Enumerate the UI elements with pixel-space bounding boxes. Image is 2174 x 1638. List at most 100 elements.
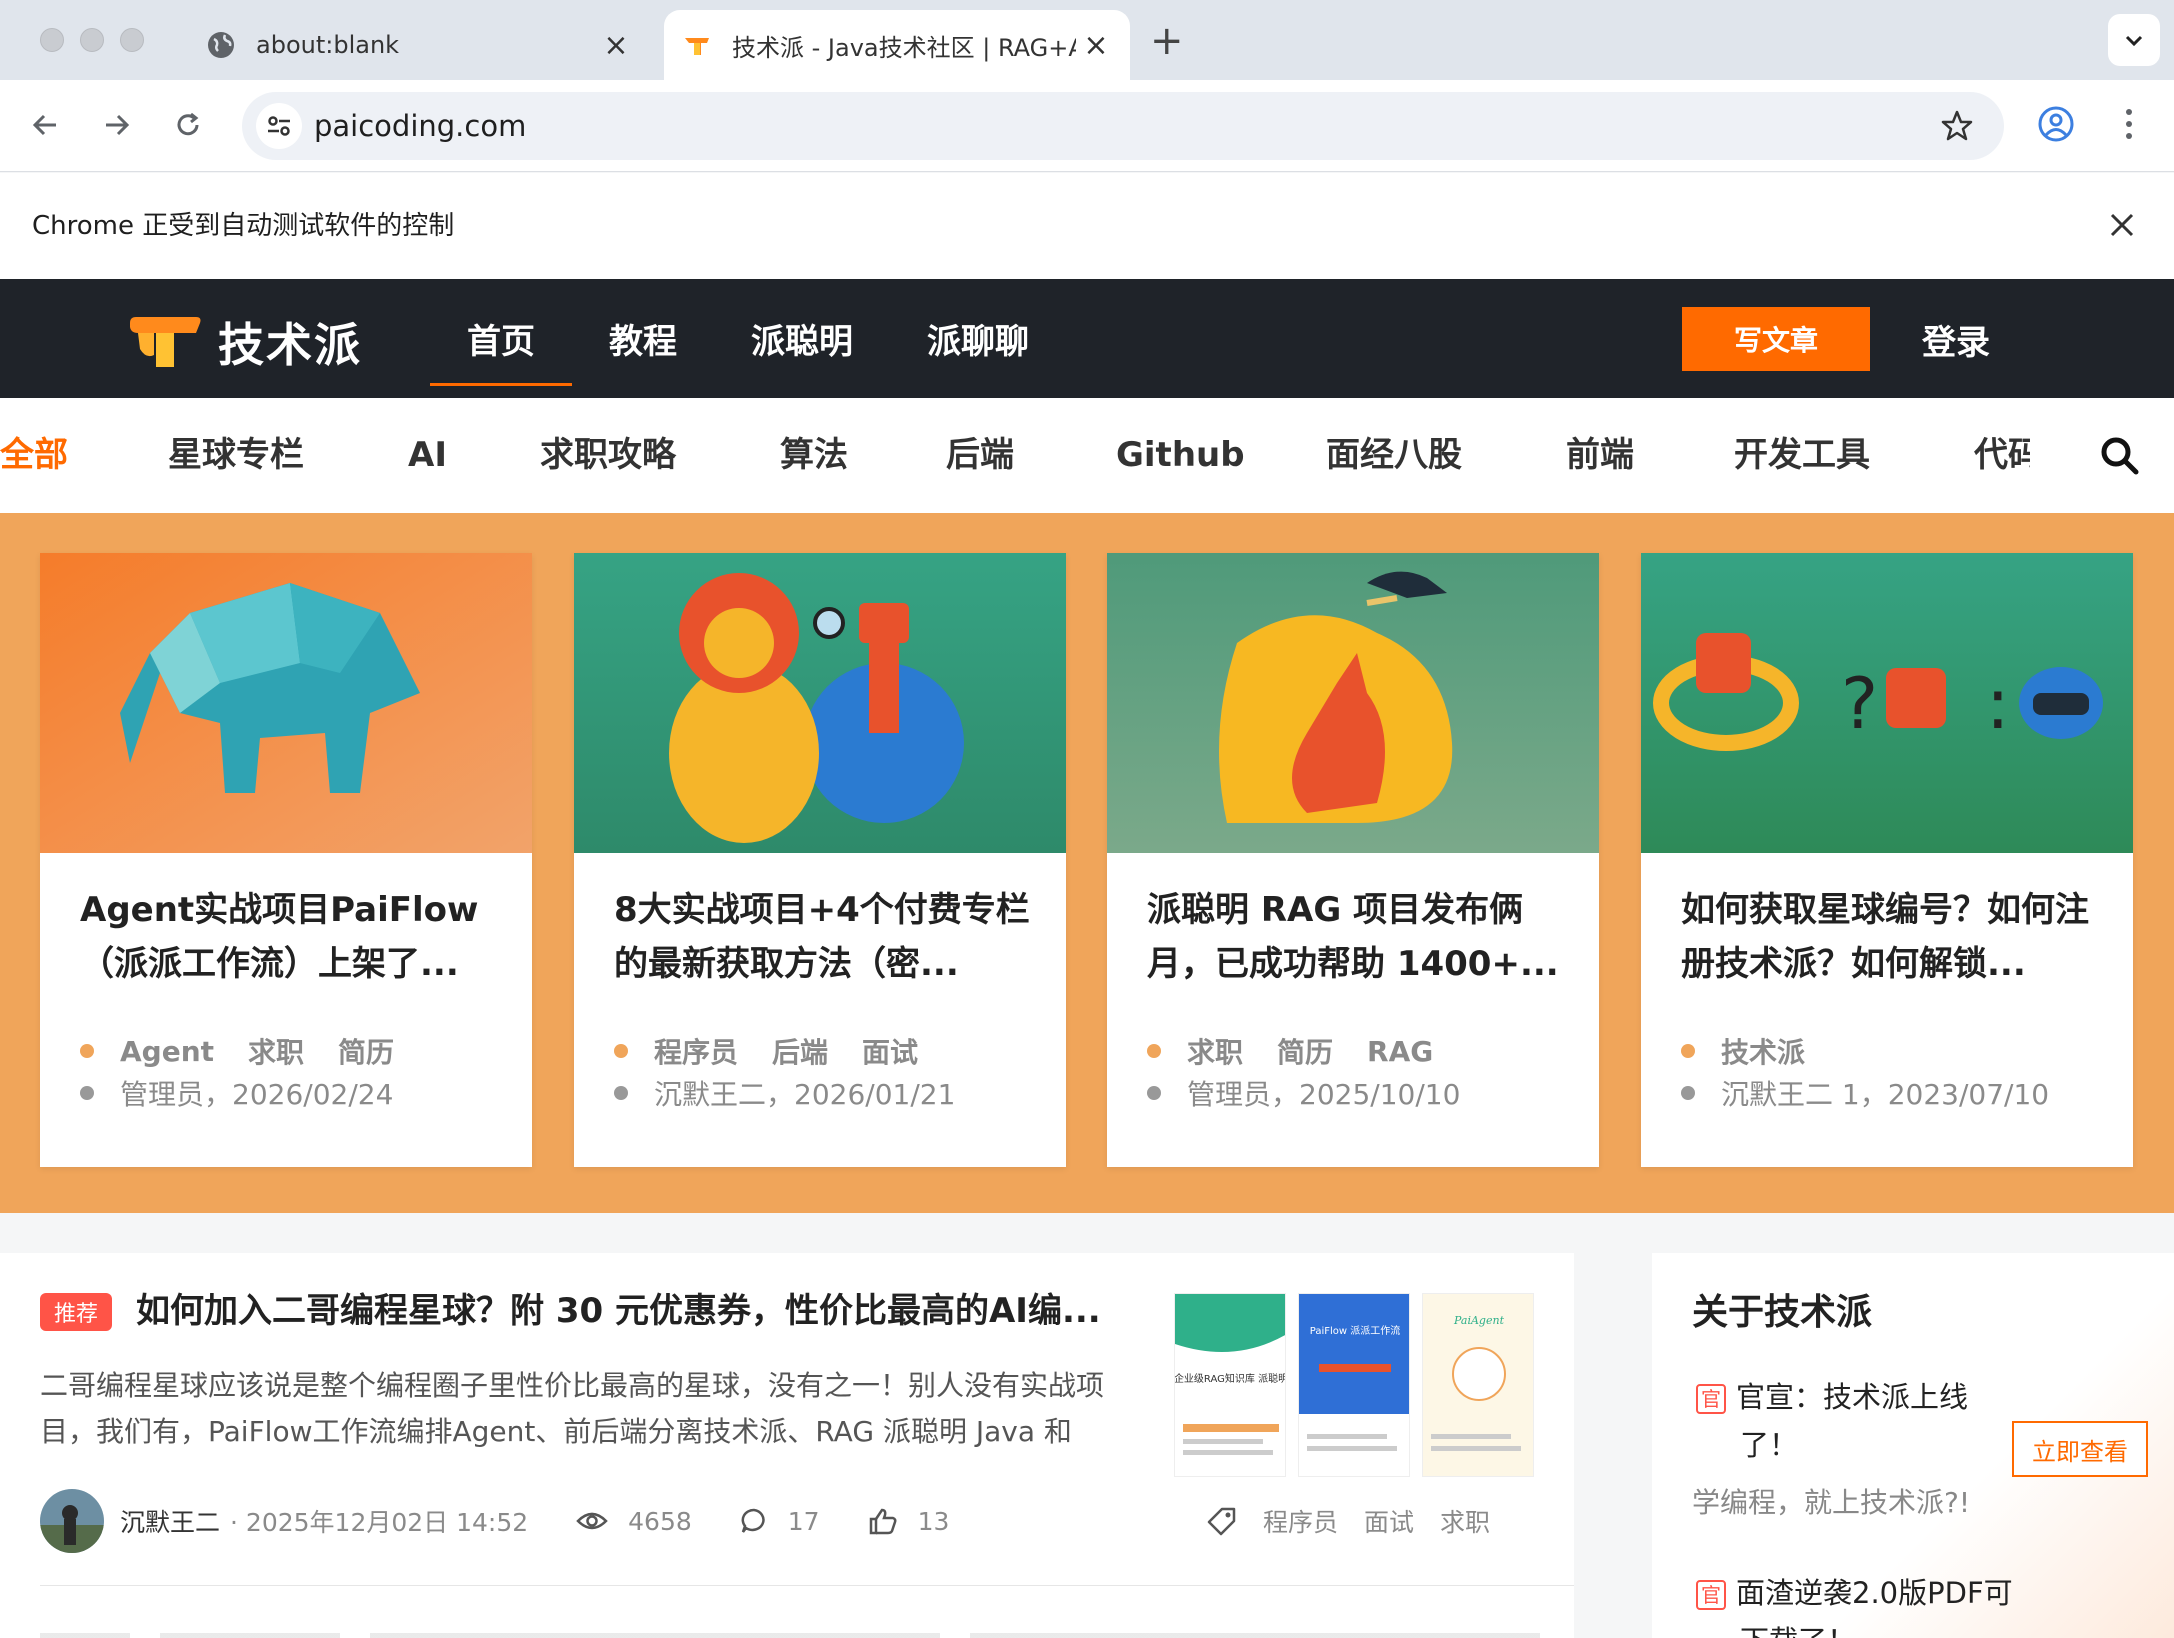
thumbnail-label: PaiAgent: [1453, 1314, 1505, 1327]
article-tag[interactable]: 求职: [1440, 1503, 1490, 1539]
card-tag[interactable]: 程序员: [654, 1031, 738, 1071]
thumbnail-label: PaiFlow 派派工作流: [1310, 1324, 1401, 1337]
browser-toolbar: paicoding.com: [0, 80, 2174, 172]
category-list: 全部 星球专栏 AI 求职攻略 算法 后端 Github 面经八股 前端 开发工…: [0, 398, 2030, 513]
card-author-date: 管理员，2025/10/10: [1187, 1078, 1461, 1111]
author-avatar[interactable]: [40, 1489, 104, 1553]
category-job-guide[interactable]: 求职攻略: [540, 398, 676, 513]
tab-close-icon[interactable]: ×: [596, 28, 636, 63]
article-thumbnail[interactable]: PaiFlow 派派工作流: [1298, 1293, 1410, 1477]
official-badge: 官: [1696, 1384, 1726, 1414]
nav-home[interactable]: 首页: [430, 279, 572, 398]
notice-item[interactable]: 官面渣逆袭2.0版PDF可 下载了！: [1696, 1569, 2013, 1638]
sidebar-title: 关于技术派: [1692, 1292, 1873, 1333]
search-icon[interactable]: [2098, 434, 2140, 480]
card-tag[interactable]: 求职: [248, 1031, 304, 1071]
card-tag[interactable]: 求职: [1187, 1031, 1243, 1071]
article-thumbnail[interactable]: 企业级RAG知识库 派聪明: [1174, 1293, 1286, 1477]
window-zoom-button[interactable]: [120, 28, 144, 52]
article-title[interactable]: 如何加入二哥编程星球？附 30 元优惠券，性价比最高的AI编...: [136, 1283, 1126, 1332]
article-tag[interactable]: 程序员: [1263, 1503, 1338, 1539]
forward-arrow-icon[interactable]: [92, 100, 142, 150]
article-list: 推荐 如何加入二哥编程星球？附 30 元优惠券，性价比最高的AI编... 二哥编…: [0, 1253, 1574, 1638]
card-tag[interactable]: Agent: [120, 1035, 214, 1068]
login-link[interactable]: 登录: [1922, 315, 1990, 364]
category-planet-column[interactable]: 星球专栏: [168, 398, 304, 513]
featured-card[interactable]: ? : 如何获取星球编号？如何注册技术派？如何解锁... 技术派 沉默王二 1，…: [1641, 553, 2133, 1167]
category-bar: 全部 星球专栏 AI 求职攻略 算法 后端 Github 面经八股 前端 开发工…: [0, 398, 2174, 513]
like-count[interactable]: 13: [868, 1507, 949, 1536]
comment-count[interactable]: 17: [740, 1507, 820, 1536]
category-github[interactable]: Github: [1116, 398, 1245, 513]
write-article-button[interactable]: 写文章: [1682, 307, 1870, 371]
category-backend[interactable]: 后端: [946, 398, 1014, 513]
nav-pailiaoliao[interactable]: 派聊聊: [890, 279, 1066, 398]
publish-time: · 2025年12月02日 14:52: [230, 1508, 529, 1537]
category-ai[interactable]: AI: [408, 398, 447, 513]
nav-paicongming[interactable]: 派聪明: [714, 279, 890, 398]
card-tag[interactable]: 面试: [862, 1031, 918, 1071]
about-sidebar: 关于技术派 官官宣：技术派上线 了！ 立即查看 学编程，就上技术派?! 官面渣逆…: [1652, 1253, 2174, 1638]
new-tab-plus-icon[interactable]: +: [1150, 18, 1184, 64]
card-title: 派聪明 RAG 项目发布俩月，已成功帮助 1400+...: [1147, 890, 1559, 984]
card-title: 8大实战项目+4个付费专栏的最新获取方法（密...: [614, 890, 1030, 984]
sidebar-slogan: 学编程，就上技术派?!: [1692, 1486, 1971, 1519]
list-divider: [40, 1585, 1574, 1586]
category-interview[interactable]: 面经八股: [1326, 398, 1462, 513]
author-name[interactable]: 沉默王二: [120, 1503, 220, 1539]
tab-search-chevron-down-icon[interactable]: [2108, 14, 2160, 66]
card-tag[interactable]: 技术派: [1721, 1031, 1805, 1071]
card-cover-fox-crow: [1107, 553, 1599, 853]
card-tag[interactable]: RAG: [1367, 1035, 1433, 1068]
featured-card[interactable]: 派聪明 RAG 项目发布俩月，已成功帮助 1400+... 求职 简历 RAG …: [1107, 553, 1599, 1167]
url-text: paicoding.com: [314, 109, 527, 143]
category-dev-tools[interactable]: 开发工具: [1734, 398, 1870, 513]
nav-tutorials[interactable]: 教程: [572, 279, 714, 398]
main-nav: 首页 教程 派聪明 派聊聊: [430, 279, 1066, 398]
view-count: 4658: [576, 1507, 692, 1536]
site-settings-icon[interactable]: [256, 103, 302, 149]
window-close-button[interactable]: [40, 28, 64, 52]
article-tag[interactable]: 面试: [1364, 1503, 1414, 1539]
comment-icon: [741, 1508, 765, 1533]
tab-paicoding[interactable]: 技术派 - Java技术社区 | RAG+AI ×: [664, 10, 1130, 80]
notice-item[interactable]: 官官宣：技术派上线 了！: [1696, 1373, 1968, 1469]
notice-text: 官宣：技术派上线: [1736, 1380, 1969, 1414]
view-count-value: 4658: [628, 1506, 692, 1536]
browser-tab-bar: about:blank × 技术派 - Java技术社区 | RAG+AI × …: [0, 0, 2174, 80]
window-minimize-button[interactable]: [80, 28, 104, 52]
card-tag[interactable]: 后端: [772, 1031, 828, 1071]
tag-icon: [1207, 1507, 1236, 1536]
view-now-button[interactable]: 立即查看: [2012, 1421, 2148, 1477]
comment-count-value: 17: [787, 1506, 820, 1536]
tab-title: about:blank: [256, 31, 400, 59]
address-bar[interactable]: paicoding.com: [242, 92, 2004, 160]
infobar-close-icon[interactable]: [2104, 207, 2140, 247]
browser-menu-kebab-icon[interactable]: [2114, 102, 2144, 150]
reload-icon[interactable]: [163, 100, 213, 150]
tab-about-blank[interactable]: about:blank ×: [190, 10, 650, 80]
card-tag[interactable]: 简历: [338, 1031, 394, 1071]
card-tag[interactable]: 简历: [1277, 1031, 1333, 1071]
category-frontend[interactable]: 前端: [1566, 398, 1634, 513]
back-arrow-icon[interactable]: [20, 100, 70, 150]
tab-close-icon[interactable]: ×: [1076, 28, 1116, 63]
profile-avatar-icon[interactable]: [2034, 102, 2078, 150]
card-author-date: 管理员，2026/02/24: [120, 1078, 394, 1111]
bookmark-star-icon[interactable]: [1940, 109, 1974, 147]
category-algorithm[interactable]: 算法: [780, 398, 848, 513]
card-title: 如何获取星球编号？如何注册技术派？如何解锁...: [1681, 890, 2089, 984]
category-code[interactable]: 代码: [1974, 398, 2030, 513]
tab-title: 技术派 - Java技术社区 | RAG+AI: [732, 33, 1076, 62]
article-thumbnail[interactable]: PaiAgent: [1422, 1293, 1534, 1477]
featured-card[interactable]: 8大实战项目+4个付费专栏的最新获取方法（密... 程序员 后端 面试 沉默王二…: [574, 553, 1066, 1167]
official-badge: 官: [1696, 1580, 1726, 1610]
category-all[interactable]: 全部: [0, 398, 68, 513]
site-logo[interactable]: 技术派: [126, 309, 362, 375]
site-favicon-icon: [682, 30, 712, 60]
card-meta: 沉默王二 1，2023/07/10: [1681, 1073, 2049, 1113]
site-header: 技术派 首页 教程 派聪明 派聊聊 写文章 登录: [0, 279, 2174, 398]
notice-text: 面渣逆袭2.0版PDF可: [1736, 1576, 2013, 1610]
article-summary[interactable]: 二哥编程星球应该说是整个编程圈子里性价比最高的星球，没有之一！别人没有实战项目，…: [40, 1363, 1130, 1455]
featured-card[interactable]: Agent实战项目PaiFlow（派派工作流）上架了... Agent 求职 简…: [40, 553, 532, 1167]
